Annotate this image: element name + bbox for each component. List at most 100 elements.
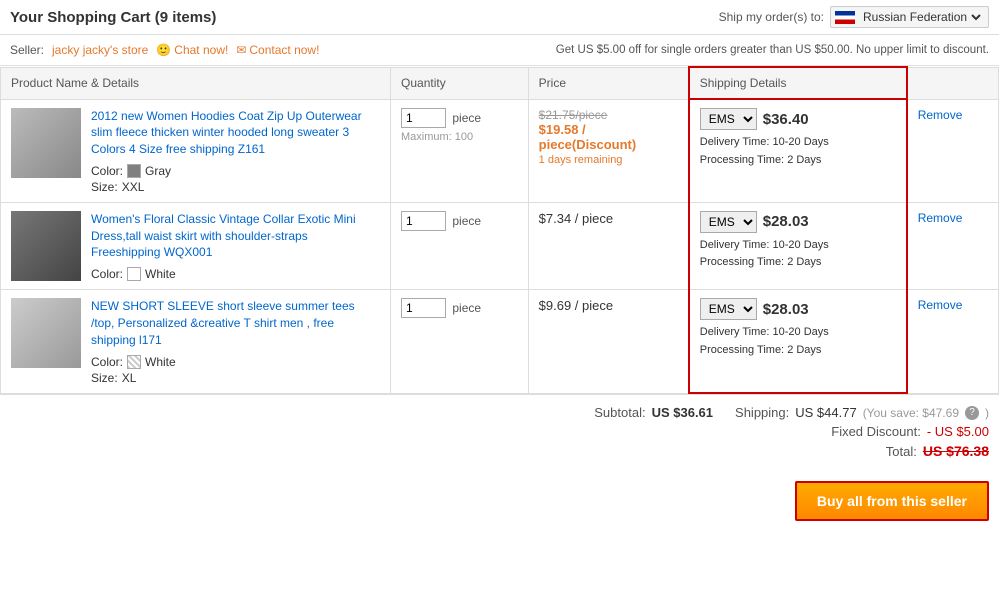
quantity-unit-1: piece [452, 111, 481, 125]
remove-button-2[interactable]: Remove [918, 211, 963, 225]
quantity-input-1[interactable] [401, 108, 446, 128]
shipping-price-3: $28.03 [763, 301, 809, 318]
country-selector[interactable]: Russian Federation [830, 6, 989, 28]
price-cell-3: $9.69 / piece [528, 290, 689, 393]
shipping-method-select-2[interactable]: EMS [700, 211, 757, 233]
product-cell-3: NEW SHORT SLEEVE short sleeve summer tee… [1, 290, 391, 393]
col-header-shipping: Shipping Details [689, 67, 907, 99]
chat-icon: 🙂 [156, 43, 171, 57]
summary-section: Subtotal: US $36.61 Shipping: US $44.77 … [0, 394, 999, 473]
shipping-summary-label: Shipping: [735, 405, 789, 420]
total-value: US $76.38 [923, 443, 989, 459]
price-cell-1: $21.75/piece $19.58 / piece(Discount) 1 … [528, 99, 689, 202]
delivery-time-1: 10-20 Days [773, 136, 829, 148]
buy-row: Buy all from this seller [0, 473, 999, 529]
ship-to-label: Ship my order(s) to: [719, 10, 824, 24]
total-label: Total: [886, 444, 917, 459]
shipping-cell-1: EMS $36.40 Delivery Time: 10-20 Days Pro… [689, 99, 907, 202]
size-value-1: XXL [122, 180, 145, 194]
delivery-time-2: 10-20 Days [773, 239, 829, 251]
seller-name-link[interactable]: jacky jacky's store [52, 43, 148, 57]
contact-now-button[interactable]: ✉ Contact now! [236, 43, 319, 57]
processing-time-1: 2 Days [787, 154, 821, 166]
product-link-1[interactable]: 2012 new Women Hoodies Coat Zip Up Outer… [91, 108, 380, 158]
col-header-quantity: Quantity [391, 67, 529, 99]
quantity-max-1: Maximum: 100 [401, 131, 518, 143]
color-label-1: Color: [91, 164, 123, 178]
country-select[interactable]: Russian Federation [859, 9, 984, 25]
processing-label-3: Processing Time: [700, 344, 784, 356]
action-cell-3: Remove [907, 290, 999, 393]
quantity-cell-2: piece [391, 202, 529, 289]
page-title: Your Shopping Cart (9 items) [10, 9, 216, 26]
flag-icon [835, 11, 855, 24]
action-cell-1: Remove [907, 99, 999, 202]
color-swatch-1 [127, 164, 141, 178]
product-link-3[interactable]: NEW SHORT SLEEVE short sleeve summer tee… [91, 298, 380, 348]
shipping-price-2: $28.03 [763, 213, 809, 230]
size-label-3: Size: [91, 371, 118, 385]
save-label: (You save: $47.69 [863, 406, 959, 420]
product-image-1 [11, 108, 81, 178]
price-cell-2: $7.34 / piece [528, 202, 689, 289]
col-header-action [907, 67, 999, 99]
shipping-price-1: $36.40 [763, 111, 809, 128]
product-details-3: NEW SHORT SLEEVE short sleeve summer tee… [91, 298, 380, 384]
seller-info: Seller: jacky jacky's store 🙂 Chat now! … [10, 43, 319, 57]
size-value-3: XL [122, 371, 137, 385]
seller-bar: Seller: jacky jacky's store 🙂 Chat now! … [0, 35, 999, 66]
shipping-cell-2: EMS $28.03 Delivery Time: 10-20 Days Pro… [689, 202, 907, 289]
quantity-cell-1: piece Maximum: 100 [391, 99, 529, 202]
mail-icon: ✉ [236, 43, 246, 57]
quantity-input-3[interactable] [401, 298, 446, 318]
product-image-3 [11, 298, 81, 368]
action-cell-2: Remove [907, 202, 999, 289]
col-header-product: Product Name & Details [1, 67, 391, 99]
ship-to: Ship my order(s) to: Russian Federation [719, 6, 989, 28]
delivery-label-3: Delivery Time: [700, 326, 770, 338]
price-days-1: 1 days remaining [539, 154, 623, 166]
processing-time-2: 2 Days [787, 256, 821, 268]
price-discount-1: $19.58 / piece(Discount) [539, 122, 678, 152]
product-cell-2: Women's Floral Classic Vintage Collar Ex… [1, 202, 391, 289]
quantity-input-2[interactable] [401, 211, 446, 231]
subtotal-label: Subtotal: [594, 405, 645, 420]
help-icon[interactable]: ? [965, 406, 979, 420]
product-link-2[interactable]: Women's Floral Classic Vintage Collar Ex… [91, 211, 380, 261]
shipping-method-select-3[interactable]: EMS [700, 298, 757, 320]
color-value-3: White [145, 355, 176, 369]
fixed-discount-label: Fixed Discount: [831, 424, 921, 439]
shipping-summary-value: US $44.77 [795, 405, 856, 420]
color-label-3: Color: [91, 355, 123, 369]
shipping-details-1: Delivery Time: 10-20 Days Processing Tim… [700, 134, 896, 169]
delivery-label-1: Delivery Time: [700, 136, 770, 148]
remove-button-3[interactable]: Remove [918, 298, 963, 312]
top-bar: Your Shopping Cart (9 items) Ship my ord… [0, 0, 999, 35]
quantity-cell-3: piece [391, 290, 529, 393]
processing-label-2: Processing Time: [700, 256, 784, 268]
color-value-2: White [145, 267, 176, 281]
color-swatch-2 [127, 267, 141, 281]
seller-promo: Get US $5.00 off for single orders great… [556, 44, 989, 56]
save-suffix: ) [985, 406, 989, 420]
cart-table: Product Name & Details Quantity Price Sh… [0, 66, 999, 394]
processing-time-3: 2 Days [787, 344, 821, 356]
color-swatch-3 [127, 355, 141, 369]
shipping-details-3: Delivery Time: 10-20 Days Processing Tim… [700, 324, 896, 359]
color-label-2: Color: [91, 267, 123, 281]
table-row: 2012 new Women Hoodies Coat Zip Up Outer… [1, 99, 999, 202]
chat-now-button[interactable]: 🙂 Chat now! [156, 43, 228, 57]
shipping-method-select-1[interactable]: EMS [700, 108, 757, 130]
col-header-price: Price [528, 67, 689, 99]
size-label-1: Size: [91, 180, 118, 194]
seller-label: Seller: [10, 43, 44, 57]
shipping-cell-3: EMS $28.03 Delivery Time: 10-20 Days Pro… [689, 290, 907, 393]
quantity-unit-3: piece [452, 301, 481, 315]
delivery-time-3: 10-20 Days [773, 326, 829, 338]
product-image-2 [11, 211, 81, 281]
remove-button-1[interactable]: Remove [918, 108, 963, 122]
buy-all-button[interactable]: Buy all from this seller [795, 481, 989, 521]
subtotal-value: US $36.61 [652, 405, 713, 420]
price-regular-2: $7.34 / piece [539, 211, 613, 226]
shipping-details-2: Delivery Time: 10-20 Days Processing Tim… [700, 237, 896, 272]
